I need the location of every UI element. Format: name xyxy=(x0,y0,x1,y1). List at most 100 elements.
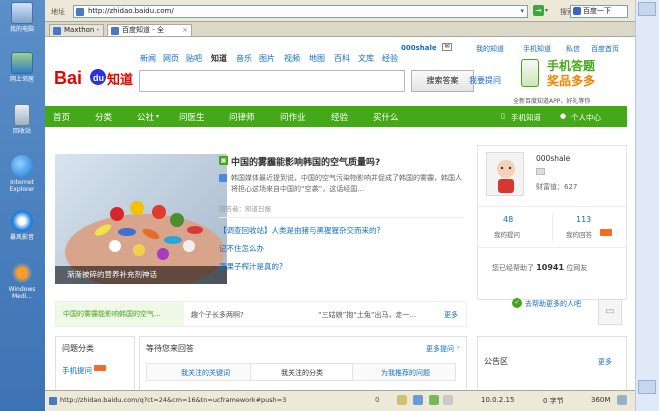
more-question-link[interactable]: 【调查回收站】人类是由猪与黑猩猩杂交而来的? xyxy=(219,225,380,236)
close-icon[interactable]: × xyxy=(182,25,188,36)
top-link-video[interactable]: 视频 xyxy=(284,53,300,64)
feature-image[interactable]: 渐渐被碎的营养补充剂神话 xyxy=(55,154,227,284)
top-link-baike[interactable]: 百科 xyxy=(334,53,350,64)
page-content: Bai du 知道 新闻 网页 贴吧 知道 音乐 图片 视频 地图 百科 文库 … xyxy=(45,37,635,390)
top-link-map[interactable]: 地图 xyxy=(309,53,325,64)
stat-answers-value[interactable]: 113 xyxy=(576,215,591,224)
desktop-icon-media-player[interactable]: Windows Medi... xyxy=(3,262,41,300)
nav-personal-center[interactable]: 个人中心 xyxy=(571,112,601,123)
top-link-wenku[interactable]: 文库 xyxy=(358,53,374,64)
new-badge xyxy=(600,229,612,236)
computer-icon xyxy=(11,2,33,24)
top-link-jingyan[interactable]: 经验 xyxy=(382,53,398,64)
search-answers-button[interactable]: 搜索答案 xyxy=(411,70,474,92)
tab-icon xyxy=(53,27,61,35)
help-more-link[interactable]: 去帮助更多的人吧 xyxy=(525,299,581,309)
top-link-zhidao[interactable]: 知道 xyxy=(211,53,227,64)
status-memory: 360M xyxy=(591,396,611,404)
status-ip: 10.0.2.15 xyxy=(481,396,515,404)
waiting-tab-keywords[interactable]: 我关注的关键词 xyxy=(181,368,230,378)
desktop: 我的电脑 网上邻居 回收站 Internet Explorer 暴风影音 Win… xyxy=(0,0,45,411)
nav-experience[interactable]: 经验 xyxy=(331,111,348,123)
nav-mobile-zhidao[interactable]: 手机知道 xyxy=(511,112,541,123)
resize-grip-icon[interactable] xyxy=(617,395,627,405)
top-link-web[interactable]: 网页 xyxy=(163,53,179,64)
ticker-item[interactable]: 趣个子长多两啊? xyxy=(191,310,244,320)
desktop-icon-recycle-bin[interactable]: 回收站 xyxy=(3,104,41,135)
nav-homework[interactable]: 问作业 xyxy=(280,111,306,123)
my-zhidao-link[interactable]: 我的知道 xyxy=(476,44,504,54)
waiting-panel: 等待您来回答 更多提问 › 我关注的关键词 我关注的分类 为我推荐的问题 xyxy=(139,336,467,390)
notice-more-link[interactable]: 更多 xyxy=(598,357,612,367)
svg-text:du: du xyxy=(93,73,104,83)
main-nav: 首页 分类 公社 ▾ 问医生 问律师 问作业 经验 买什么 ▯ 手机知道 ● 个… xyxy=(45,106,627,127)
chevron-down-icon[interactable]: ▾ xyxy=(520,6,524,17)
ticker-more[interactable]: 更多 xyxy=(444,310,458,320)
nav-what-to-buy[interactable]: 买什么 xyxy=(373,111,399,123)
waiting-tab-label: 我关注的分类 xyxy=(281,369,323,377)
desktop-icon-label: 回收站 xyxy=(12,128,31,135)
top-link-news[interactable]: 新闻 xyxy=(140,53,156,64)
status-zero: 0 xyxy=(375,396,380,404)
hot-question-title[interactable]: 中国的雾霾能影响韩国的空气质量吗? xyxy=(231,155,380,168)
more-question-link[interactable]: 记不住怎么办 xyxy=(219,243,264,254)
avatar[interactable] xyxy=(486,152,524,196)
storm-player-icon xyxy=(11,210,33,232)
stat-questions-value[interactable]: 48 xyxy=(503,215,513,224)
help-icon: ✓ xyxy=(512,298,522,308)
new-badge xyxy=(94,365,106,371)
address-bar[interactable]: http://zhidao.baidu.com/ ▾ xyxy=(73,5,528,18)
nav-category[interactable]: 分类 xyxy=(95,111,112,123)
tab-maxthon[interactable]: Maxthon - xyxy=(49,24,104,36)
app-banner[interactable]: 手机答题 奖品多多 全新百度知道APP，好礼等你 xyxy=(507,53,627,105)
nav-ask-doctor[interactable]: 问医生 xyxy=(179,111,205,123)
more-question-link[interactable]: 悲果子榨汁是真的? xyxy=(219,261,283,272)
shield-icon[interactable] xyxy=(397,395,407,405)
profile-username[interactable]: 000shale xyxy=(536,154,570,163)
desktop-icon-my-computer[interactable]: 我的电脑 xyxy=(3,2,41,33)
baidu-search-icon xyxy=(573,7,581,15)
top-link-tieba[interactable]: 贴吧 xyxy=(186,53,202,64)
scroll-down-button[interactable] xyxy=(638,380,656,394)
download-icon[interactable] xyxy=(413,395,423,405)
baidu-zhidao-logo[interactable]: Bai du 知道 xyxy=(53,62,133,92)
status-bar: http://zhidao.baidu.com/q?ct=24&cm=16&tn… xyxy=(45,390,635,411)
category-link[interactable]: 手机提问 xyxy=(62,365,92,376)
desktop-icon-storm[interactable]: 暴风影音 xyxy=(3,210,41,241)
waiting-more-link[interactable]: 更多提问 xyxy=(426,344,454,354)
tab-baidu-zhidao[interactable]: 百度知道 - 全 × xyxy=(107,24,192,36)
tab-bar: Maxthon - 百度知道 - 全 × xyxy=(45,22,635,37)
logo-graphic: Bai du 知道 xyxy=(54,68,133,88)
top-link-music[interactable]: 音乐 xyxy=(236,53,252,64)
desktop-icon-network[interactable]: 网上邻居 xyxy=(3,52,41,83)
settings-icon[interactable] xyxy=(443,395,453,405)
ask-question-link[interactable]: 我要提问 xyxy=(469,75,501,86)
ticker-active[interactable]: 中国的雾霾能影响韩国的空气... xyxy=(56,302,184,326)
desktop-icon-label: 我的电脑 xyxy=(9,26,34,33)
network-icon[interactable] xyxy=(429,395,439,405)
search-box[interactable]: 百度一下 xyxy=(570,5,628,18)
svg-text:Bai: Bai xyxy=(54,68,82,88)
nav-community[interactable]: 公社 xyxy=(137,111,154,123)
ticker-bar: 中国的雾霾能影响韩国的空气... 趣个子长多两啊? “三姑娘”抱“土兔”出马，走… xyxy=(55,301,467,327)
question-search-input[interactable] xyxy=(139,70,405,92)
network-icon xyxy=(11,52,33,74)
categories-panel: 问题分类 手机提问 xyxy=(55,336,135,390)
stat-answers-label: 我的回答 xyxy=(566,231,592,239)
vertical-scrollbar[interactable] xyxy=(635,0,659,411)
username-link[interactable]: 000shale xyxy=(401,44,437,52)
chevron-down-icon[interactable]: ▾ xyxy=(545,7,548,14)
waiting-tab-recommended[interactable]: 为我推荐的问题 xyxy=(381,368,430,378)
ticker-item[interactable]: “三姑娘”抱“土兔”出马，走一... xyxy=(318,310,416,320)
waiting-tab-categories[interactable]: 我关注的分类 xyxy=(250,364,353,380)
desktop-icon-ie[interactable]: Internet Explorer xyxy=(3,155,41,193)
message-icon[interactable]: ✉ xyxy=(442,43,452,51)
go-icon[interactable]: → xyxy=(533,5,544,16)
nav-home[interactable]: 首页 xyxy=(53,111,70,123)
top-link-images[interactable]: 图片 xyxy=(259,53,275,64)
chevron-right-icon: › xyxy=(457,344,460,351)
feedback-button[interactable]: ▭ xyxy=(598,299,622,325)
scroll-up-button[interactable] xyxy=(638,2,656,16)
nav-ask-lawyer[interactable]: 问律师 xyxy=(229,111,255,123)
page-icon xyxy=(76,8,84,16)
